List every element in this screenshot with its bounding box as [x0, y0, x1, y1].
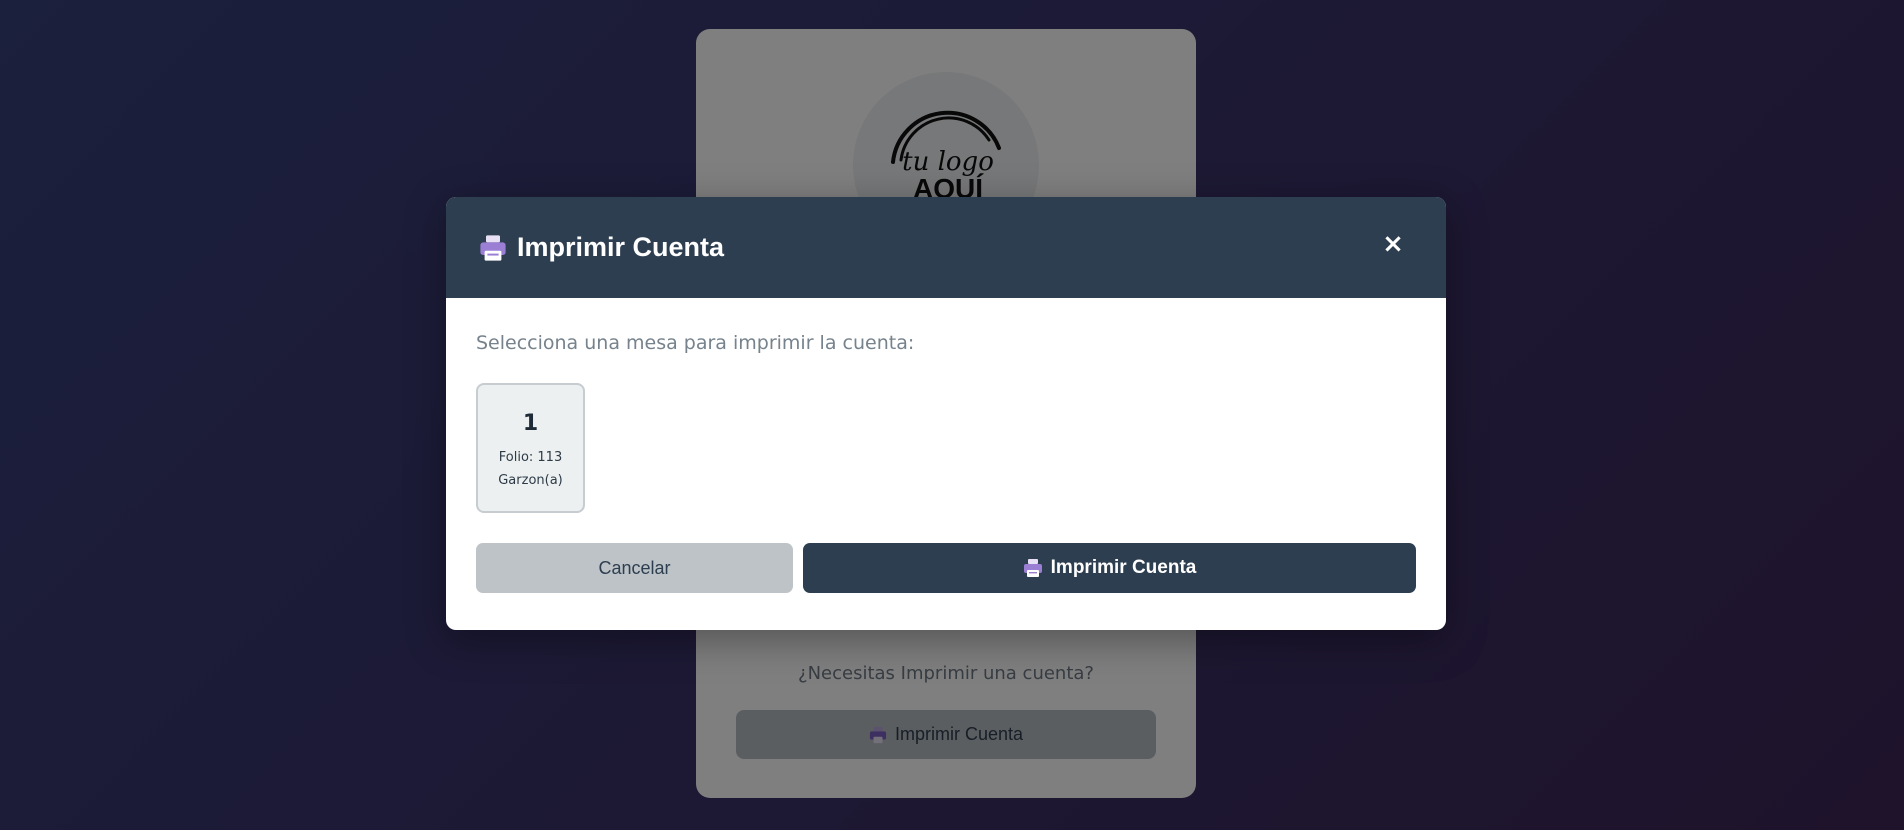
- table-number: 1: [522, 411, 539, 436]
- modal-header: Imprimir Cuenta ×: [446, 197, 1446, 298]
- modal-body: Selecciona una mesa para imprimir la cue…: [446, 298, 1446, 593]
- table-folio: Folio: 113: [498, 450, 563, 465]
- printer-icon: [1023, 558, 1043, 578]
- modal-title: Imprimir Cuenta: [517, 232, 725, 262]
- printer-icon: [479, 234, 507, 262]
- modal-actions: Cancelar Imprimir Cuenta: [476, 543, 1416, 593]
- table-list: 1 Folio: 113 Garzon(a): [476, 383, 1416, 513]
- modal-subtitle: Selecciona una mesa para imprimir la cue…: [476, 332, 915, 354]
- close-button[interactable]: ×: [1378, 229, 1408, 259]
- table-waiter: Garzon(a): [498, 473, 563, 488]
- print-button[interactable]: Imprimir Cuenta: [803, 543, 1416, 593]
- print-button-label: Imprimir Cuenta: [1050, 557, 1197, 578]
- table-card[interactable]: 1 Folio: 113 Garzon(a): [476, 383, 585, 513]
- print-account-modal: Imprimir Cuenta × Selecciona una mesa pa…: [446, 197, 1446, 630]
- cancel-button[interactable]: Cancelar: [476, 543, 793, 593]
